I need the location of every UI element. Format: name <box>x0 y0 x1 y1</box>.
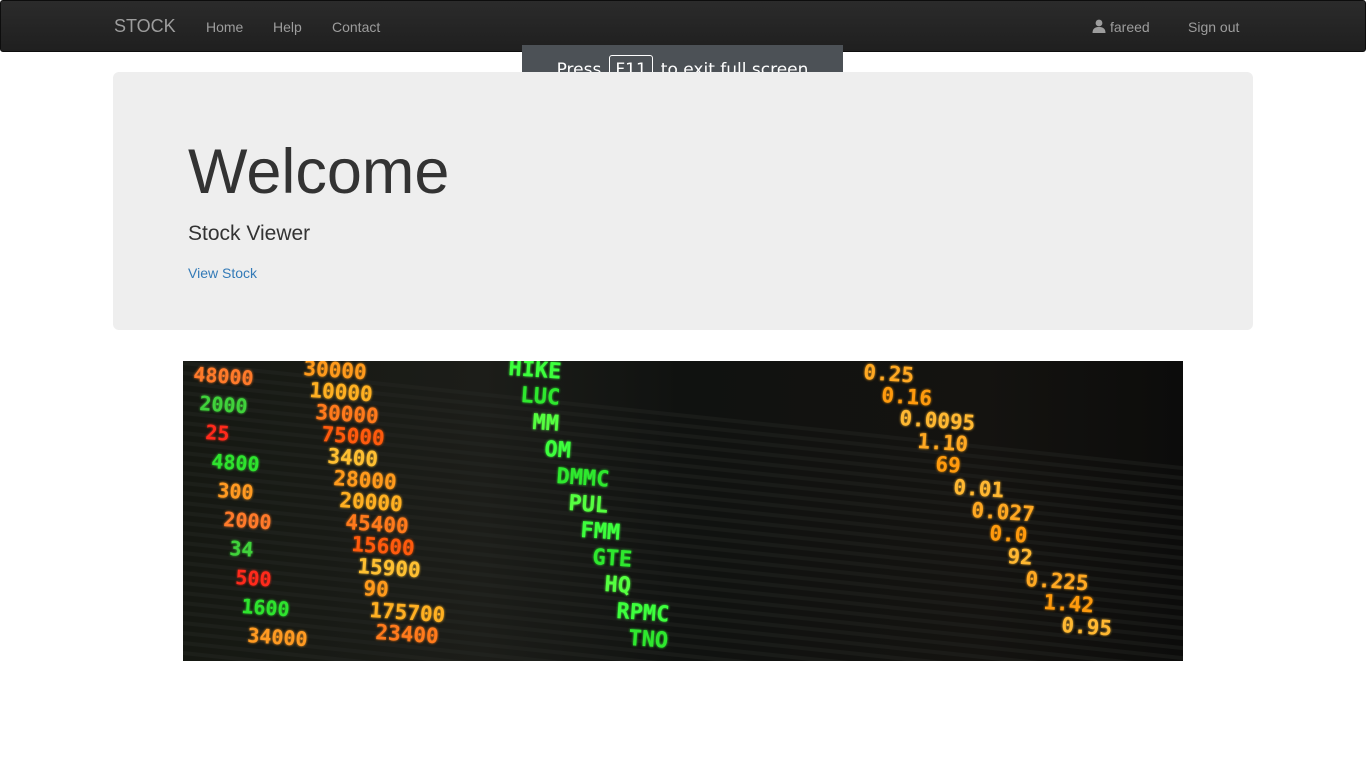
board-quote-text: RPMC <box>616 599 671 628</box>
board-quote-text: 0.95 <box>1061 613 1113 640</box>
board-quote-text: 34000 <box>247 623 309 651</box>
board-quote-text: 69 <box>935 452 962 478</box>
board-quote-text: FMM <box>580 518 621 546</box>
board-quote-text: HQ <box>604 572 632 599</box>
page-title: Welcome <box>188 137 450 207</box>
board-quote-text: OM <box>544 437 572 464</box>
board-quote-text: 34 <box>229 536 255 562</box>
welcome-jumbotron: Welcome Stock Viewer View Stock <box>113 72 1253 330</box>
page-subtitle: Stock Viewer <box>188 222 311 245</box>
stock-board-image: 48000 2000 25 4800 300 2000 34 500 1600 34000 3000… <box>183 361 1183 661</box>
board-quote-text: 92 <box>1007 544 1034 570</box>
board-quote-text: PUL <box>568 491 609 519</box>
nav-link-contact[interactable]: Contact <box>332 17 380 37</box>
brand-link[interactable]: STOCK <box>114 15 176 37</box>
board-quote-text: 4800 <box>211 449 261 476</box>
user-account-link[interactable]: fareed <box>1092 17 1150 37</box>
board-quote-text: DMMC <box>556 464 611 493</box>
board-quote-text: 23400 <box>375 620 440 648</box>
board-quote-text: 2000 <box>199 391 249 418</box>
board-quote-text: HIKE <box>508 361 563 385</box>
user-name: fareed <box>1110 19 1150 35</box>
board-quote-text: 500 <box>235 565 273 591</box>
nav-link-home[interactable]: Home <box>206 17 243 37</box>
user-icon <box>1092 19 1106 33</box>
board-quote-text: 48000 <box>193 362 255 390</box>
board-quote-text: MM <box>532 410 560 437</box>
board-quote-text: GTE <box>592 545 633 573</box>
board-quote-text: 2000 <box>223 507 273 534</box>
board-quote-text: LUC <box>520 383 561 411</box>
board-quote-text: TNO <box>628 626 669 654</box>
sign-out-link[interactable]: Sign out <box>1188 17 1239 37</box>
board-quote-text: 1600 <box>241 594 291 621</box>
board-quote-text: 300 <box>217 478 255 504</box>
nav-link-help[interactable]: Help <box>273 17 302 37</box>
view-stock-link[interactable]: View Stock <box>188 264 257 282</box>
stock-board-picture: 4800020002548003002000345001600340003000… <box>183 361 1183 661</box>
board-quote-text: 25 <box>205 420 231 446</box>
